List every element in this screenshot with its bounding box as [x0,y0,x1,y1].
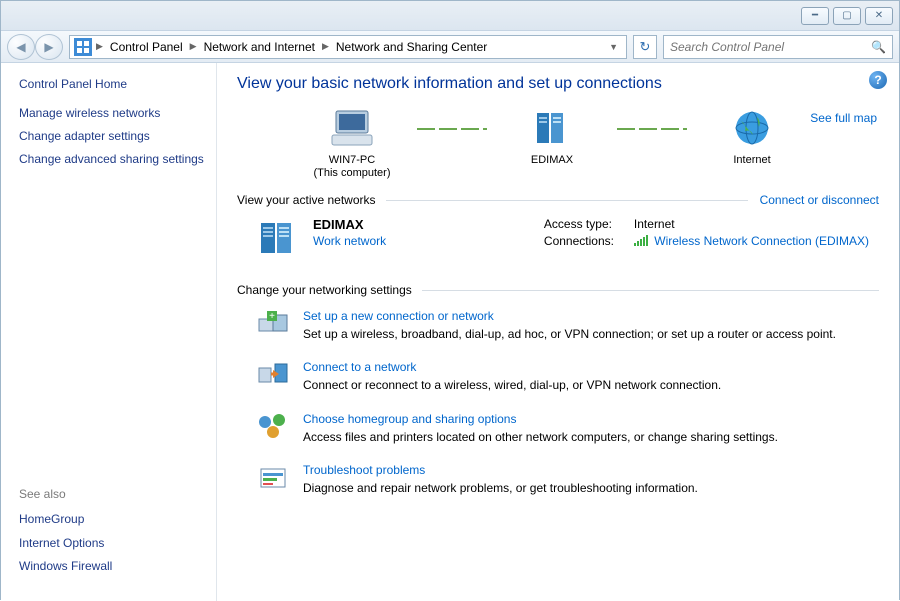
setup-connection-icon: + [257,309,289,337]
sidebar-link-wireless[interactable]: Manage wireless networks [19,105,206,121]
map-node-router: EDIMAX [487,107,617,179]
titlebar: ━ ▢ ✕ [1,1,899,31]
setting-item-setup: + Set up a new connection or network Set… [237,309,879,342]
connection-link[interactable]: Wireless Network Connection (EDIMAX) [654,234,869,248]
chevron-right-icon: ▶ [188,41,199,52]
setting-title-link[interactable]: Choose homegroup and sharing options [303,412,778,426]
chevron-right-icon: ▶ [320,41,331,52]
homegroup-icon [257,412,289,440]
network-icon [257,217,299,259]
sidebar: Control Panel Home Manage wireless netwo… [1,63,216,601]
map-node-internet: Internet [687,107,817,179]
control-panel-icon [74,38,92,56]
chevron-right-icon: ▶ [94,41,105,52]
setting-item-troubleshoot: Troubleshoot problems Diagnose and repai… [237,463,879,496]
map-connection-line [417,128,487,130]
computer-icon [328,107,376,149]
signal-strength-icon [634,235,648,246]
map-internet-label: Internet [687,153,817,167]
map-router-name: EDIMAX [487,153,617,167]
access-type-label: Access type: [544,217,634,231]
help-icon[interactable]: ? [869,71,887,89]
minimize-button[interactable]: ━ [801,7,829,25]
setting-title-link[interactable]: Connect to a network [303,360,721,374]
setting-item-homegroup: Choose homegroup and sharing options Acc… [237,412,879,445]
map-connection-line [617,128,687,130]
svg-text:+: + [269,311,275,322]
breadcrumb-item[interactable]: Network and Internet [201,40,318,54]
setting-description: Access files and printers located on oth… [303,429,778,445]
network-type-link[interactable]: Work network [313,234,386,248]
sidebar-link-firewall[interactable]: Windows Firewall [19,558,206,574]
connect-network-icon [257,360,289,388]
address-bar[interactable]: ▶ Control Panel ▶ Network and Internet ▶… [69,35,627,59]
toolbar: ◀ ▶ ▶ Control Panel ▶ Network and Intern… [1,31,899,63]
active-network: EDIMAX Work network Access type: Interne… [237,217,879,259]
search-icon[interactable]: 🔍 [871,40,886,54]
connect-disconnect-link[interactable]: Connect or disconnect [760,193,879,207]
sidebar-link-internet-options[interactable]: Internet Options [19,535,206,551]
network-name: EDIMAX [313,217,386,232]
main-content: ? View your basic network information an… [216,63,899,601]
globe-icon [728,107,776,149]
setting-description: Connect or reconnect to a wireless, wire… [303,377,721,393]
page-heading: View your basic network information and … [237,75,879,93]
setting-description: Set up a wireless, broadband, dial-up, a… [303,326,836,342]
map-pc-name: WIN7-PC [287,153,417,167]
address-dropdown-icon[interactable]: ▼ [605,42,622,52]
sidebar-link-adapter[interactable]: Change adapter settings [19,128,206,144]
setting-item-connect: Connect to a network Connect or reconnec… [237,360,879,393]
setting-description: Diagnose and repair network problems, or… [303,480,698,496]
sidebar-home[interactable]: Control Panel Home [19,77,206,91]
search-box[interactable]: 🔍 [663,35,893,59]
map-node-pc: WIN7-PC (This computer) [287,107,417,179]
sidebar-link-homegroup[interactable]: HomeGroup [19,511,206,527]
breadcrumb-item[interactable]: Control Panel [107,40,186,54]
network-map: WIN7-PC (This computer) EDIMAX Internet [237,107,879,179]
see-also-label: See also [19,487,206,501]
search-input[interactable] [670,40,871,54]
troubleshoot-icon [257,463,289,491]
refresh-button[interactable]: ↻ [633,35,657,59]
sidebar-link-advanced[interactable]: Change advanced sharing settings [19,151,206,167]
connections-label: Connections: [544,234,634,248]
change-settings-label: Change your networking settings [237,283,412,297]
forward-button[interactable]: ▶ [35,34,63,60]
active-networks-label: View your active networks [237,193,376,207]
close-button[interactable]: ✕ [865,7,893,25]
breadcrumb-item[interactable]: Network and Sharing Center [333,40,490,54]
setting-title-link[interactable]: Troubleshoot problems [303,463,698,477]
map-pc-sub: (This computer) [287,167,417,179]
router-icon [528,107,576,149]
setting-title-link[interactable]: Set up a new connection or network [303,309,836,323]
access-type-value: Internet [634,217,675,231]
maximize-button[interactable]: ▢ [833,7,861,25]
back-button[interactable]: ◀ [7,34,35,60]
